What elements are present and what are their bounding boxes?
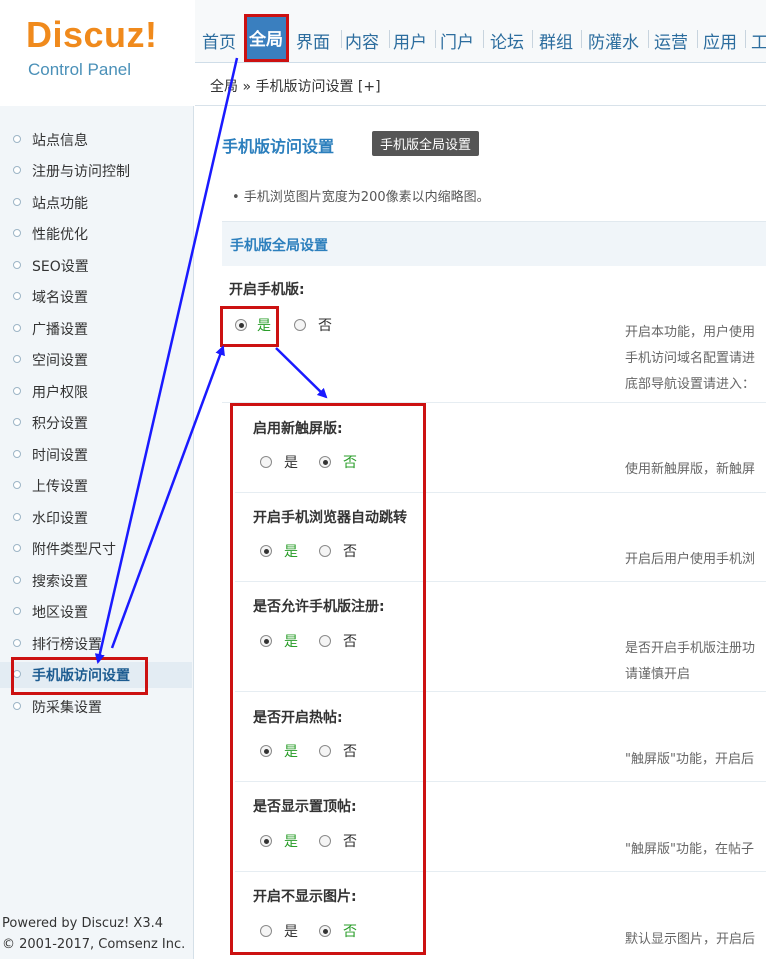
nav-users[interactable]: 用户 xyxy=(393,28,427,53)
sidebar-item[interactable]: 地区设置 xyxy=(0,599,192,625)
logo-subtitle: Control Panel xyxy=(28,60,132,79)
nav-portal[interactable]: 门户 xyxy=(440,28,474,53)
sidebar-item-label: 地区设置 xyxy=(32,605,88,621)
bullet-icon xyxy=(13,481,21,489)
sidebar-item[interactable]: 站点功能 xyxy=(0,190,192,216)
setting-desc: 请谨慎开启 xyxy=(625,667,691,682)
sidebar-item[interactable]: 防采集设置 xyxy=(0,694,192,720)
breadcrumb-text: 全局 » 手机版访问设置 [+] xyxy=(210,79,381,95)
sidebar-item-label: 广播设置 xyxy=(32,322,88,338)
sidebar-item-label: 空间设置 xyxy=(32,353,88,369)
sidebar-item[interactable]: 性能优化 xyxy=(0,221,192,247)
nav-tools[interactable]: 工 xyxy=(751,28,766,53)
setting-label: 开启手机版: xyxy=(229,282,305,298)
sidebar-item-label: 注册与访问控制 xyxy=(32,164,130,180)
bullet-icon xyxy=(13,702,21,710)
global-settings-button[interactable]: 手机版全局设置 xyxy=(372,131,480,156)
nav-operations[interactable]: 运营 xyxy=(654,28,688,53)
sidebar-item[interactable]: 站点信息 xyxy=(0,127,192,153)
section-title: 手机版全局设置 xyxy=(230,238,328,254)
bullet-icon xyxy=(13,418,21,426)
bullet-icon xyxy=(13,292,21,300)
bullet-icon xyxy=(13,324,21,332)
footer-copyright: © 2001-2017, Comsenz Inc. xyxy=(2,937,186,952)
nav-apps[interactable]: 应用 xyxy=(703,28,737,53)
sidebar-item[interactable]: 时间设置 xyxy=(0,442,192,468)
page-title: 手机版访问设置 xyxy=(222,137,335,156)
sidebar-item-label: 排行榜设置 xyxy=(32,637,102,653)
nav-content[interactable]: 内容 xyxy=(345,28,379,53)
sidebar-item[interactable]: SEO设置 xyxy=(0,253,192,279)
nav-groups[interactable]: 群组 xyxy=(539,28,573,53)
sidebar-item[interactable]: 用户权限 xyxy=(0,379,192,405)
sidebar-item[interactable]: 排行榜设置 xyxy=(0,631,192,657)
bullet-icon xyxy=(13,387,21,395)
option-no-label: 否 xyxy=(318,318,332,334)
nav-interface[interactable]: 界面 xyxy=(296,28,330,53)
bullet-icon xyxy=(13,544,21,552)
nav-forum[interactable]: 论坛 xyxy=(490,28,524,53)
setting-desc: "触屏版"功能，在帖子 xyxy=(625,842,754,857)
highlight-nav-global xyxy=(244,14,289,62)
sidebar-item-label: 积分设置 xyxy=(32,416,88,432)
sidebar-item[interactable]: 上传设置 xyxy=(0,473,192,499)
sidebar-item[interactable]: 积分设置 xyxy=(0,410,192,436)
setting-desc: 默认显示图片，开启后 xyxy=(625,932,756,947)
setting-desc: 是否开启手机版注册功 xyxy=(625,641,756,656)
sidebar-item[interactable]: 附件类型尺寸 xyxy=(0,536,192,562)
sidebar-item-label: 站点信息 xyxy=(32,133,88,149)
sidebar-item-label: 域名设置 xyxy=(32,290,88,306)
setting-desc: 开启后用户使用手机浏 xyxy=(625,552,756,567)
bullet-icon xyxy=(13,261,21,269)
bullet-icon xyxy=(13,576,21,584)
sidebar-item-label: 上传设置 xyxy=(32,479,88,495)
bullet-icon xyxy=(13,198,21,206)
logo: Discuz! Control Panel xyxy=(0,0,195,100)
sidebar-item-label: 站点功能 xyxy=(32,196,88,212)
sidebar-item[interactable]: 域名设置 xyxy=(0,284,192,310)
highlight-sub-settings xyxy=(230,403,426,955)
radio-no[interactable] xyxy=(294,319,306,331)
bullet-icon xyxy=(13,450,21,458)
sidebar-item-label: 搜索设置 xyxy=(32,574,88,590)
sidebar-item-label: SEO设置 xyxy=(32,259,89,275)
bullet-icon xyxy=(13,229,21,237)
sidebar-item-label: 时间设置 xyxy=(32,448,88,464)
setting-desc: 手机访问域名配置请进 xyxy=(625,351,756,366)
sidebar-item-label: 附件类型尺寸 xyxy=(32,542,116,558)
highlight-enable-mobile xyxy=(220,306,279,347)
sidebar-item-label: 防采集设置 xyxy=(32,700,102,716)
logo-brand: Discuz! xyxy=(26,14,158,55)
bullet-icon xyxy=(13,135,21,143)
sidebar-item[interactable]: 广播设置 xyxy=(0,316,192,342)
bullet-icon xyxy=(13,639,21,647)
sidebar-item[interactable]: 空间设置 xyxy=(0,347,192,373)
section-header: 手机版全局设置 xyxy=(222,221,766,266)
bullet-icon xyxy=(13,607,21,615)
breadcrumb: 全局 » 手机版访问设置 [+] xyxy=(195,63,766,106)
sidebar-item-label: 用户权限 xyxy=(32,385,88,401)
setting-desc: 开启本功能，用户使用 xyxy=(625,325,756,340)
sidebar-item[interactable]: 水印设置 xyxy=(0,505,192,531)
setting-desc: 底部导航设置请进入： xyxy=(625,377,756,392)
nav-home[interactable]: 首页 xyxy=(202,28,236,53)
sidebar-item[interactable]: 注册与访问控制 xyxy=(0,158,192,184)
footer-powered: Powered by Discuz! X3.4 xyxy=(2,916,164,931)
highlight-sidebar-item xyxy=(11,657,148,695)
setting-desc: 使用新触屏版，新触屏 xyxy=(625,462,756,477)
setting-desc: "触屏版"功能，开启后 xyxy=(625,752,754,767)
sidebar-item[interactable]: 搜索设置 xyxy=(0,568,192,594)
bullet-icon xyxy=(13,513,21,521)
sidebar-item-label: 水印设置 xyxy=(32,511,88,527)
sidebar-item-label: 性能优化 xyxy=(32,227,88,243)
bullet-icon xyxy=(13,166,21,174)
bullet-icon xyxy=(13,355,21,363)
nav-antispam[interactable]: 防灌水 xyxy=(588,28,639,53)
tip-text: • 手机浏览图片宽度为200像素以内缩略图。 xyxy=(232,190,490,205)
